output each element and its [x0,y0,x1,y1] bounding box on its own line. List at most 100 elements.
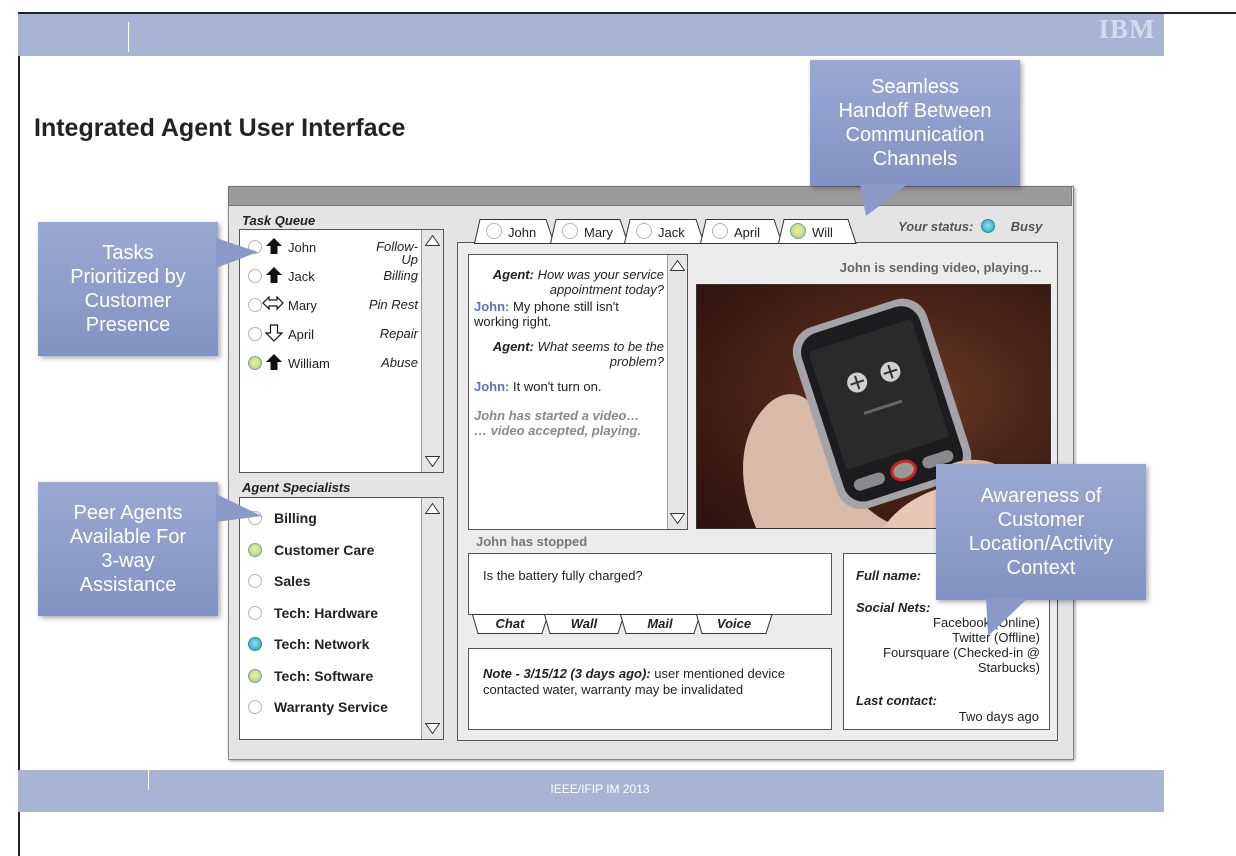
specialist-item[interactable]: Tech: Network [248,634,418,658]
presence-icon [248,298,262,312]
presence-icon [636,223,652,239]
footer-text: IEEE/IFIP IM 2013 [550,782,650,796]
last-contact-label: Last contact: [856,693,937,708]
status-indicator-icon[interactable] [980,219,995,233]
task-queue-item[interactable]: April Repair [248,323,418,347]
specialist-item[interactable]: Tech: Hardware [248,603,418,627]
specialist-name: Tech: Hardware [274,604,378,621]
chat-message-customer: John: My phone still isn't working right… [474,299,619,329]
tab-customer[interactable]: Jack [624,219,705,244]
window-titlebar[interactable] [228,186,1072,206]
callout-peers: Peer Agents Available For 3-way Assistan… [38,482,218,616]
tab-customer[interactable]: Mary [550,219,629,244]
specialists-list: Billing Customer Care Sales Tech: Hardware T… [248,508,418,738]
presence-icon [248,700,262,714]
customer-tabs: John Mary Jack April Will [474,219,874,244]
tab-customer[interactable]: April [700,219,783,244]
header-bar [18,14,1164,56]
chat-message-agent: Agent: How was your service appointment … [492,267,664,297]
callout-tasks-pointer [216,238,258,268]
tab-label: John [508,225,537,240]
callout-handoff-text: Seamless Handoff Between Communication C… [838,76,992,170]
tab-channel[interactable]: Wall [544,614,625,634]
agent-specialists-label: Agent Specialists [242,480,351,495]
social-foursquare: Foursquare (Checked-in @ Starbucks) [883,645,1040,675]
specialist-item[interactable]: Sales [248,571,418,595]
header-divider [128,22,129,52]
tab-label: Jack [658,225,685,240]
presence-icon [248,668,262,683]
slide-frame-left [18,12,20,856]
specialist-name: Sales [274,573,311,589]
tab-label: Will [812,225,833,240]
specialist-item[interactable]: Customer Care [248,540,418,564]
page-title: Integrated Agent User Interface [34,114,406,142]
arrow-up-filled-icon [265,266,283,287]
chat-system-message: … video accepted, playing. [474,423,641,438]
tab-channel[interactable]: Mail [620,614,701,634]
task-queue-name: Jack [288,269,315,284]
note-text: Note - 3/15/12 (3 days ago): user mentio… [483,666,813,698]
scroll-down-icon[interactable] [425,456,440,467]
tab-customer[interactable]: John [474,219,555,244]
reply-text: Is the battery fully charged? [483,568,643,583]
task-queue-item[interactable]: William Abuse [248,352,418,376]
presence-icon [248,327,262,341]
note-label: Note - 3/15/12 (3 days ago): [483,666,651,681]
chat-system-message: John has started a video… [474,408,640,423]
scroll-up-icon[interactable] [425,235,440,246]
task-queue-label: Task Queue [242,213,316,228]
task-queue-type: Follow- Up [376,239,418,267]
specialist-name: Billing [274,510,317,526]
specialist-name: Tech: Software [274,667,374,684]
task-queue-type: Abuse [381,355,418,370]
specialist-item[interactable]: Warranty Service [248,697,418,721]
tab-channel[interactable]: Chat [472,614,549,634]
scroll-down-icon[interactable] [425,723,440,734]
arrow-up-filled-icon [265,237,283,258]
reply-input[interactable]: Is the battery fully charged? [468,553,832,615]
chat-scrollbar[interactable] [667,255,687,529]
task-queue-type: Repair [379,326,418,341]
presence-icon [486,223,502,239]
task-queue-item[interactable]: John Follow- Up [248,236,418,266]
chat-message-customer: John: It won't turn on. [474,379,602,394]
scroll-up-icon[interactable] [670,260,685,271]
task-queue-type: Pin Rest [368,297,418,312]
presence-icon [248,637,262,651]
scroll-up-icon[interactable] [425,503,440,514]
specialist-name: Customer Care [274,541,375,558]
arrow-up-filled-icon [265,353,283,374]
tab-channel[interactable]: Voice [696,614,773,634]
specialist-name: Tech: Network [274,636,370,652]
specialist-item[interactable]: Billing [248,508,418,532]
tab-customer[interactable]: Will [778,219,857,244]
tab-label: Wall [570,616,598,631]
presence-icon [248,605,262,620]
specialist-item[interactable]: Tech: Software [248,666,418,690]
task-queue-name: April [288,327,315,342]
last-contact-value: Two days ago [958,709,1039,724]
ibm-logo: IBM [1098,14,1156,44]
status-label: Your status: [898,219,974,234]
task-queue-scrollbar[interactable] [421,230,443,472]
tab-label: April [734,225,761,240]
status-value[interactable]: Busy [1011,219,1043,234]
specialists-scrollbar[interactable] [421,498,443,739]
presence-icon [562,223,578,239]
arrow-down-outline-icon [264,324,284,345]
footer-divider [148,770,149,790]
callout-tasks: Tasks Prioritized by Customer Presence [38,222,218,356]
social-nets-label: Social Nets: [856,600,931,615]
callout-peers-text: Peer Agents Available For 3-way Assistan… [69,502,187,596]
presence-icon [790,223,806,239]
your-status: Your status: Busy [898,219,1042,234]
chat-messages: Agent: How was your service appointment … [474,267,664,438]
callout-tasks-text: Tasks Prioritized by Customer Presence [70,242,186,336]
callout-peers-pointer [216,494,262,522]
task-queue-item[interactable]: Mary Pin Rest [248,294,418,318]
channel-tabs: Chat Wall Mail Voice [468,614,773,634]
full-name-label: Full name: [856,568,922,583]
task-queue-item[interactable]: Jack Billing [248,265,418,289]
scroll-down-icon[interactable] [670,513,685,524]
